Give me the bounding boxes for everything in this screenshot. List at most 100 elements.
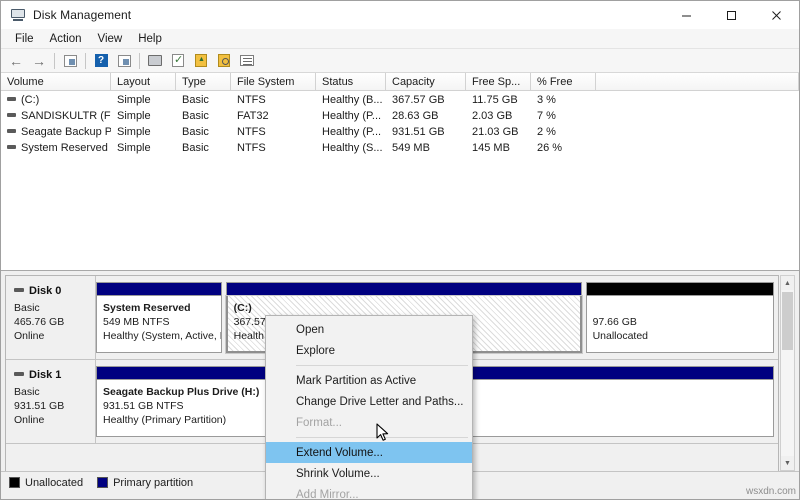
maximize-button[interactable]: [709, 1, 754, 29]
cell-file-system: NTFS: [231, 124, 316, 140]
column-header-free-space[interactable]: Free Sp...: [466, 73, 531, 91]
menu-help[interactable]: Help: [130, 30, 170, 48]
legend-item-primary-partition: Primary partition: [97, 477, 193, 489]
disk-size-0: 465.76 GB: [14, 315, 95, 329]
context-menu-item-mark-partition-active[interactable]: Mark Partition as Active: [266, 370, 472, 391]
show-hide-console-tree-icon[interactable]: [59, 51, 81, 71]
scroll-down-button[interactable]: ▼: [781, 456, 794, 470]
cell-volume-label: SANDISKULTR (F:): [21, 110, 111, 122]
title-bar: Disk Management: [1, 1, 799, 29]
cell-status: Healthy (B...: [316, 92, 386, 108]
disk-info-1[interactable]: Disk 1 Basic 931.51 GB Online: [6, 360, 96, 443]
cell-free-space: 145 MB: [466, 140, 531, 156]
show-hide-action-pane-icon[interactable]: [113, 51, 135, 71]
cell-volume-label: (C:): [21, 94, 39, 106]
disk-title-0: Disk 0: [14, 285, 95, 297]
disk-name-1: Disk 1: [29, 369, 61, 381]
minimize-button[interactable]: [664, 1, 709, 29]
context-menu: Open Explore Mark Partition as Active Ch…: [265, 315, 473, 500]
disk-type-1: Basic: [14, 385, 95, 399]
scroll-thumb[interactable]: [782, 292, 793, 350]
cell-layout: Simple: [111, 124, 176, 140]
scroll-up-button[interactable]: ▲: [781, 276, 794, 290]
column-header-volume[interactable]: Volume: [1, 73, 111, 91]
disk-icon: [14, 372, 24, 376]
cell-volume: SANDISKULTR (F:): [1, 108, 111, 124]
window-title: Disk Management: [33, 8, 131, 22]
column-header-file-system[interactable]: File System: [231, 73, 316, 91]
properties-icon[interactable]: [144, 51, 166, 71]
cell-capacity: 549 MB: [386, 140, 466, 156]
partition-system-reserved[interactable]: System Reserved 549 MB NTFS Healthy (Sys…: [96, 282, 222, 353]
table-row[interactable]: (C:) Simple Basic NTFS Healthy (B... 367…: [1, 92, 799, 108]
table-row[interactable]: Seagate Backup Pl... Simple Basic NTFS H…: [1, 124, 799, 140]
volume-icon: [7, 113, 16, 117]
window-controls: [664, 1, 799, 29]
cell-capacity: 931.51 GB: [386, 124, 466, 140]
cell-free-space: 11.75 GB: [466, 92, 531, 108]
attach-vhd-icon[interactable]: [213, 51, 235, 71]
disk-management-icon: [10, 7, 26, 23]
context-menu-item-open[interactable]: Open: [266, 319, 472, 340]
help-icon[interactable]: ?: [90, 51, 112, 71]
partition-title: (C:): [234, 301, 574, 315]
cell-volume: (C:): [1, 92, 111, 108]
menu-file[interactable]: File: [7, 30, 42, 48]
scroll-track[interactable]: [781, 290, 794, 456]
back-arrow-icon[interactable]: ←: [5, 51, 27, 71]
legend-swatch-unallocated: [9, 477, 20, 488]
cell-percent-free: 3 %: [531, 92, 596, 108]
cell-layout: Simple: [111, 108, 176, 124]
cell-status: Healthy (P...: [316, 124, 386, 140]
disk-size-1: 931.51 GB: [14, 399, 95, 413]
cell-type: Basic: [176, 92, 231, 108]
column-header-type[interactable]: Type: [176, 73, 231, 91]
forward-arrow-icon[interactable]: →: [28, 51, 50, 71]
context-menu-separator-1: [296, 365, 468, 366]
cell-volume: System Reserved: [1, 140, 111, 156]
volume-list-rows: (C:) Simple Basic NTFS Healthy (B... 367…: [1, 91, 799, 156]
vertical-scrollbar[interactable]: ▲ ▼: [780, 275, 795, 471]
partition-size-fs: 549 MB NTFS: [103, 315, 215, 329]
table-row[interactable]: System Reserved Simple Basic NTFS Health…: [1, 140, 799, 156]
context-menu-item-change-drive-letter[interactable]: Change Drive Letter and Paths...: [266, 391, 472, 412]
menu-action[interactable]: Action: [42, 30, 90, 48]
partition-status: Unallocated: [593, 329, 767, 343]
disk-icon: [14, 288, 24, 292]
cell-percent-free: 7 %: [531, 108, 596, 124]
context-menu-separator-2: [296, 437, 468, 438]
cell-free-space: 2.03 GB: [466, 108, 531, 124]
column-header-percent-free[interactable]: % Free: [531, 73, 596, 91]
column-header-status[interactable]: Status: [316, 73, 386, 91]
partition-cap-bar: [586, 282, 774, 296]
disk-info-0[interactable]: Disk 0 Basic 465.76 GB Online: [6, 276, 96, 359]
cell-layout: Simple: [111, 140, 176, 156]
close-button[interactable]: [754, 1, 799, 29]
disk-state-1: Online: [14, 413, 95, 427]
cell-volume: Seagate Backup Pl...: [1, 124, 111, 140]
disk-name-0: Disk 0: [29, 285, 61, 297]
cell-volume-label: Seagate Backup Pl...: [21, 126, 111, 138]
cell-percent-free: 2 %: [531, 124, 596, 140]
list-view-icon[interactable]: [236, 51, 258, 71]
legend-item-unallocated: Unallocated: [9, 477, 83, 489]
column-header-capacity[interactable]: Capacity: [386, 73, 466, 91]
column-header-filler[interactable]: [596, 73, 799, 91]
partition-size-fs: 97.66 GB: [593, 315, 767, 329]
context-menu-item-shrink-volume[interactable]: Shrink Volume...: [266, 463, 472, 484]
create-vhd-icon[interactable]: [190, 51, 212, 71]
context-menu-item-explore[interactable]: Explore: [266, 340, 472, 361]
cell-percent-free: 26 %: [531, 140, 596, 156]
back-arrow-glyph: ←: [9, 54, 23, 68]
watermark: wsxdn.com: [746, 486, 796, 497]
partition-status: Healthy (System, Active, Pri: [103, 329, 215, 343]
column-header-layout[interactable]: Layout: [111, 73, 176, 91]
volume-icon: [7, 145, 16, 149]
partition-unallocated[interactable]: 97.66 GB Unallocated: [586, 282, 774, 353]
rescan-disks-icon[interactable]: [167, 51, 189, 71]
context-menu-item-extend-volume[interactable]: Extend Volume...: [266, 442, 472, 463]
help-glyph: ?: [95, 54, 108, 67]
cell-capacity: 367.57 GB: [386, 92, 466, 108]
table-row[interactable]: SANDISKULTR (F:) Simple Basic FAT32 Heal…: [1, 108, 799, 124]
menu-view[interactable]: View: [90, 30, 131, 48]
